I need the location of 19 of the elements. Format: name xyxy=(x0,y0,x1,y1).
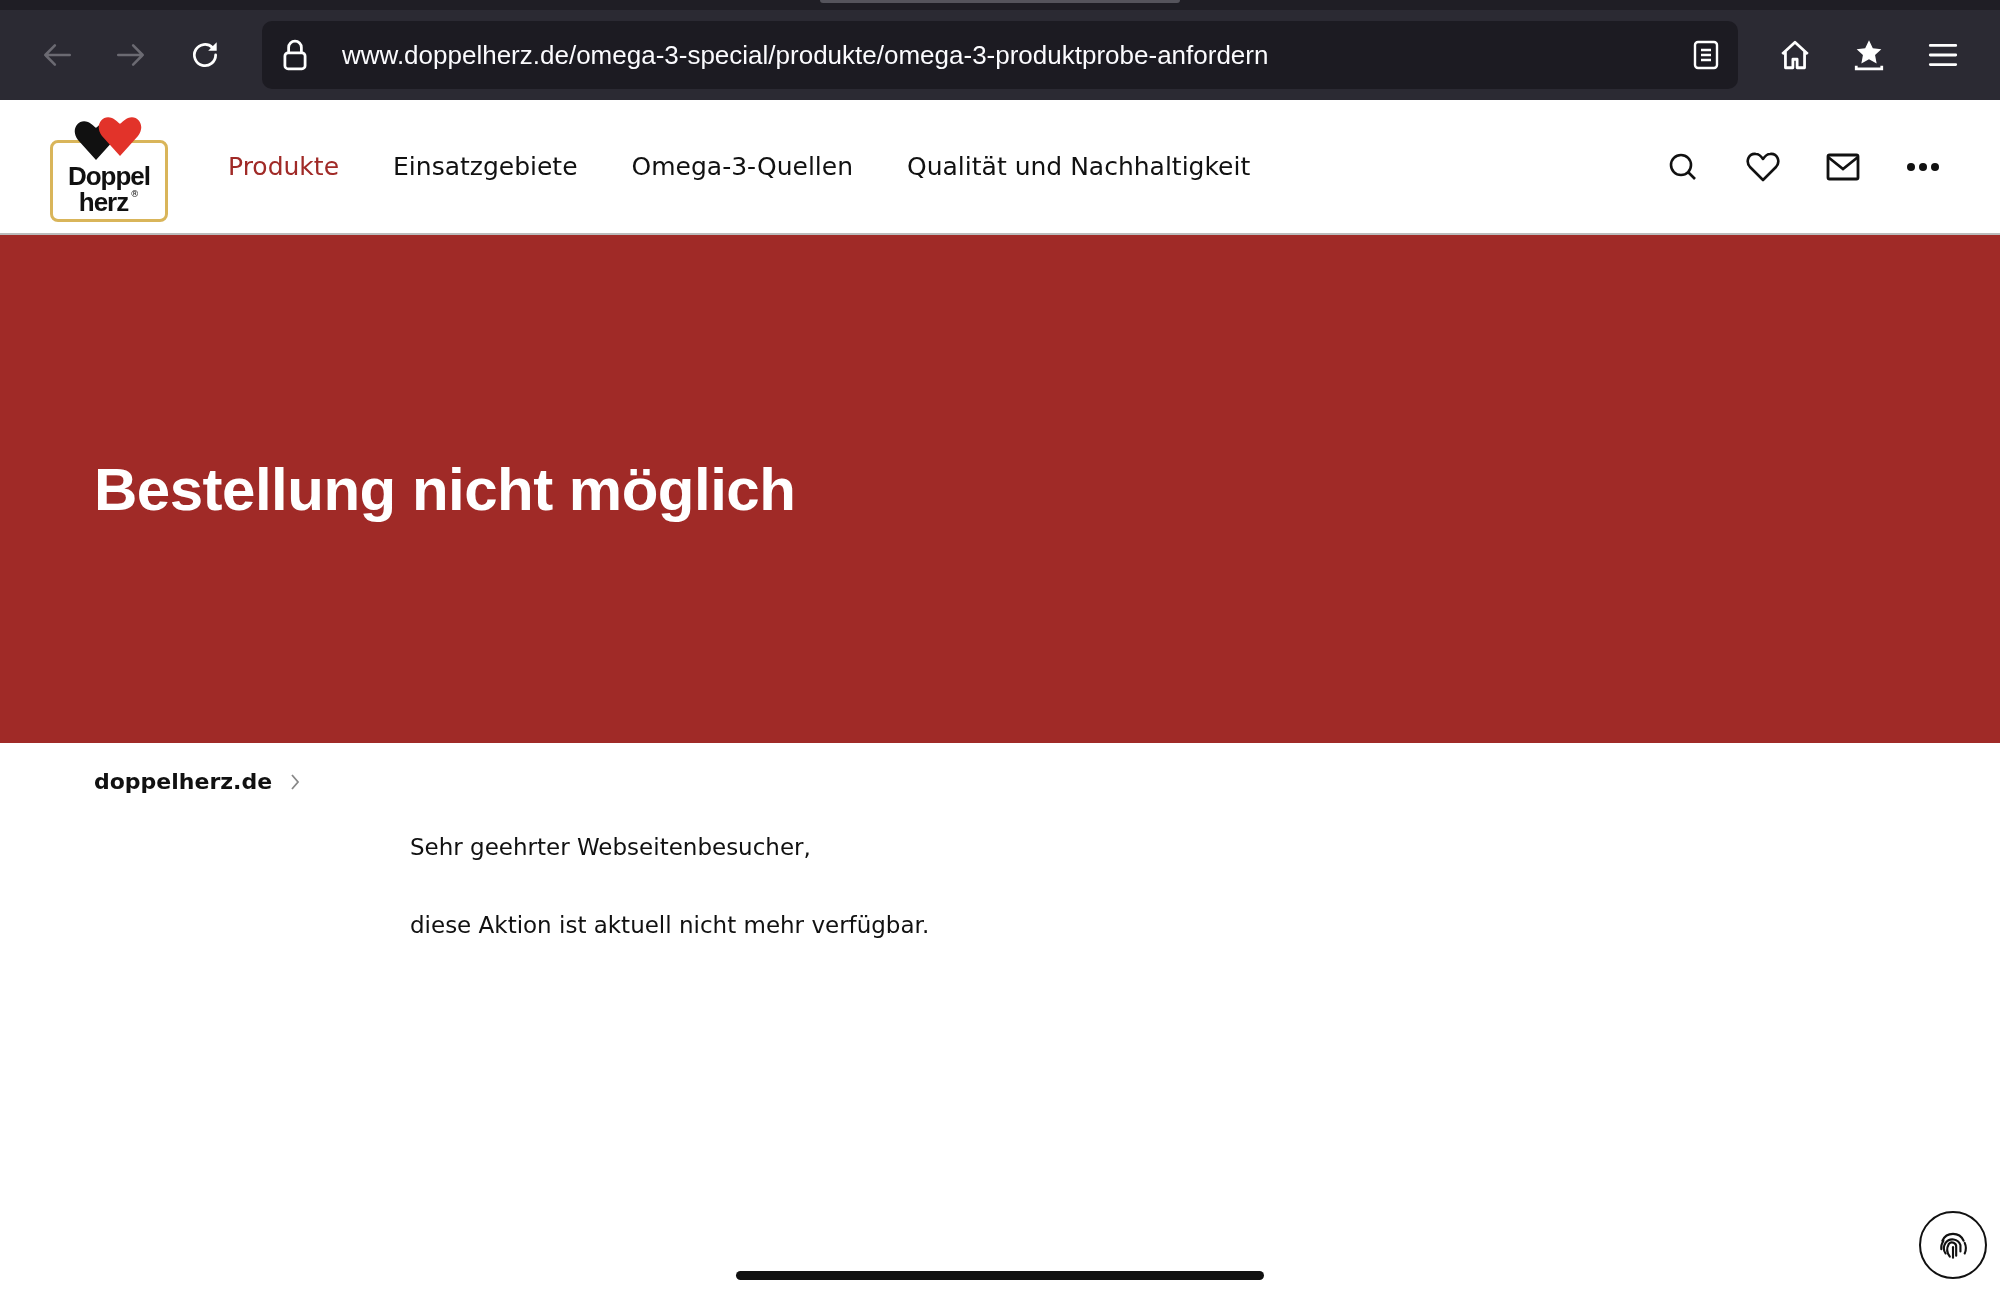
more-icon[interactable] xyxy=(1906,161,1940,172)
chevron-right-icon xyxy=(290,772,301,791)
fingerprint-button[interactable] xyxy=(1919,1211,1987,1279)
nav-link[interactable]: Einsatzgebiete xyxy=(393,152,578,181)
heart-icon[interactable] xyxy=(1746,150,1780,183)
lock-icon xyxy=(282,38,308,72)
logo-text: Doppel xyxy=(67,162,151,189)
nav-link[interactable]: Omega-3-Quellen xyxy=(631,152,854,181)
registered-mark: ® xyxy=(130,188,140,199)
breadcrumb-link[interactable]: doppelherz.de xyxy=(94,769,273,794)
message-text: diese Aktion ist aktuell nicht mehr verfügbar. xyxy=(410,912,931,938)
nav-link[interactable]: Qualität und Nachhaltigkeit xyxy=(907,152,1251,181)
address-bar[interactable]: www.doppelherz.de/omega-3-special/produkte/omega-3-produktprobe-anfordern xyxy=(262,21,1738,89)
page-title: Bestellung nicht möglich xyxy=(94,454,796,524)
nav-link[interactable]: Produkte xyxy=(228,152,340,181)
reader-view-icon[interactable] xyxy=(1692,38,1720,72)
bookmarks-icon[interactable] xyxy=(1852,38,1886,72)
message-text: Sehr geehrter Webseitenbesucher, xyxy=(410,834,812,860)
url-text: www.doppelherz.de/omega-3-special/produkte/omega-3-produktprobe-anfordern xyxy=(342,39,1270,71)
